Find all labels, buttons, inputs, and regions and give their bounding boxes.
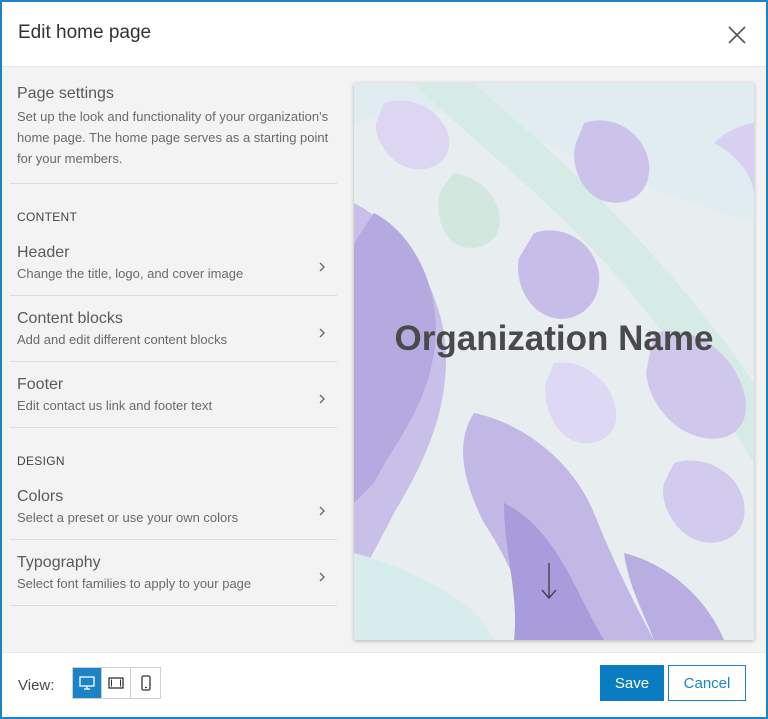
view-phone-button[interactable] (131, 668, 160, 698)
view-desktop-button[interactable] (73, 668, 102, 698)
desktop-icon (79, 676, 95, 690)
settings-item-description: Change the title, logo, and cover image (17, 266, 244, 281)
settings-item-content-blocks[interactable]: Content blocks Add and edit different co… (10, 296, 337, 362)
view-tablet-button[interactable] (102, 668, 131, 698)
tablet-icon (108, 677, 124, 689)
settings-item-typography[interactable]: Typography Select font families to apply… (10, 540, 337, 606)
phone-icon (140, 675, 151, 691)
section-label-content: CONTENT (17, 210, 78, 224)
cancel-button[interactable]: Cancel (668, 665, 746, 701)
close-button[interactable] (726, 24, 748, 46)
settings-item-description: Edit contact us link and footer text (17, 398, 213, 413)
page-settings-intro: Page settings Set up the look and functi… (10, 75, 337, 184)
dialog-header: Edit home page (2, 2, 766, 67)
dialog-body: Page settings Set up the look and functi… (2, 67, 766, 655)
dialog-title: Edit home page (18, 22, 152, 43)
settings-item-title: Colors (17, 488, 64, 505)
chevron-right-icon (319, 506, 325, 516)
settings-item-title: Content blocks (17, 310, 123, 327)
settings-item-title: Typography (17, 554, 101, 571)
edit-home-page-dialog: Edit home page Page settings Set up the … (0, 0, 768, 719)
settings-item-description: Select font families to apply to your pa… (17, 576, 252, 591)
dialog-footer: View: Save Cancel (2, 652, 766, 717)
arrow-down-icon (541, 563, 557, 600)
page-settings-title: Page settings (17, 85, 114, 102)
settings-item-title: Header (17, 244, 70, 261)
settings-item-description: Select a preset or use your own colors (17, 510, 239, 525)
chevron-right-icon (319, 328, 325, 338)
organization-name-heading: Organization Name (394, 319, 714, 358)
chevron-right-icon (319, 262, 325, 272)
save-button[interactable]: Save (600, 665, 664, 701)
view-mode-group (72, 667, 161, 699)
settings-item-title: Footer (17, 376, 64, 393)
home-page-preview: Organization Name (354, 83, 754, 640)
settings-panel: Page settings Set up the look and functi… (10, 75, 337, 647)
settings-item-description: Add and edit different content blocks (17, 332, 228, 347)
settings-item-footer[interactable]: Footer Edit contact us link and footer t… (10, 362, 337, 428)
chevron-right-icon (319, 394, 325, 404)
settings-item-colors[interactable]: Colors Select a preset or use your own c… (10, 474, 337, 540)
view-label: View: (18, 677, 55, 694)
settings-item-header[interactable]: Header Change the title, logo, and cover… (10, 230, 337, 296)
chevron-right-icon (319, 572, 325, 582)
section-label-design: DESIGN (17, 454, 65, 468)
close-icon (728, 26, 746, 44)
page-settings-description: Set up the look and functionality of you… (17, 109, 329, 166)
